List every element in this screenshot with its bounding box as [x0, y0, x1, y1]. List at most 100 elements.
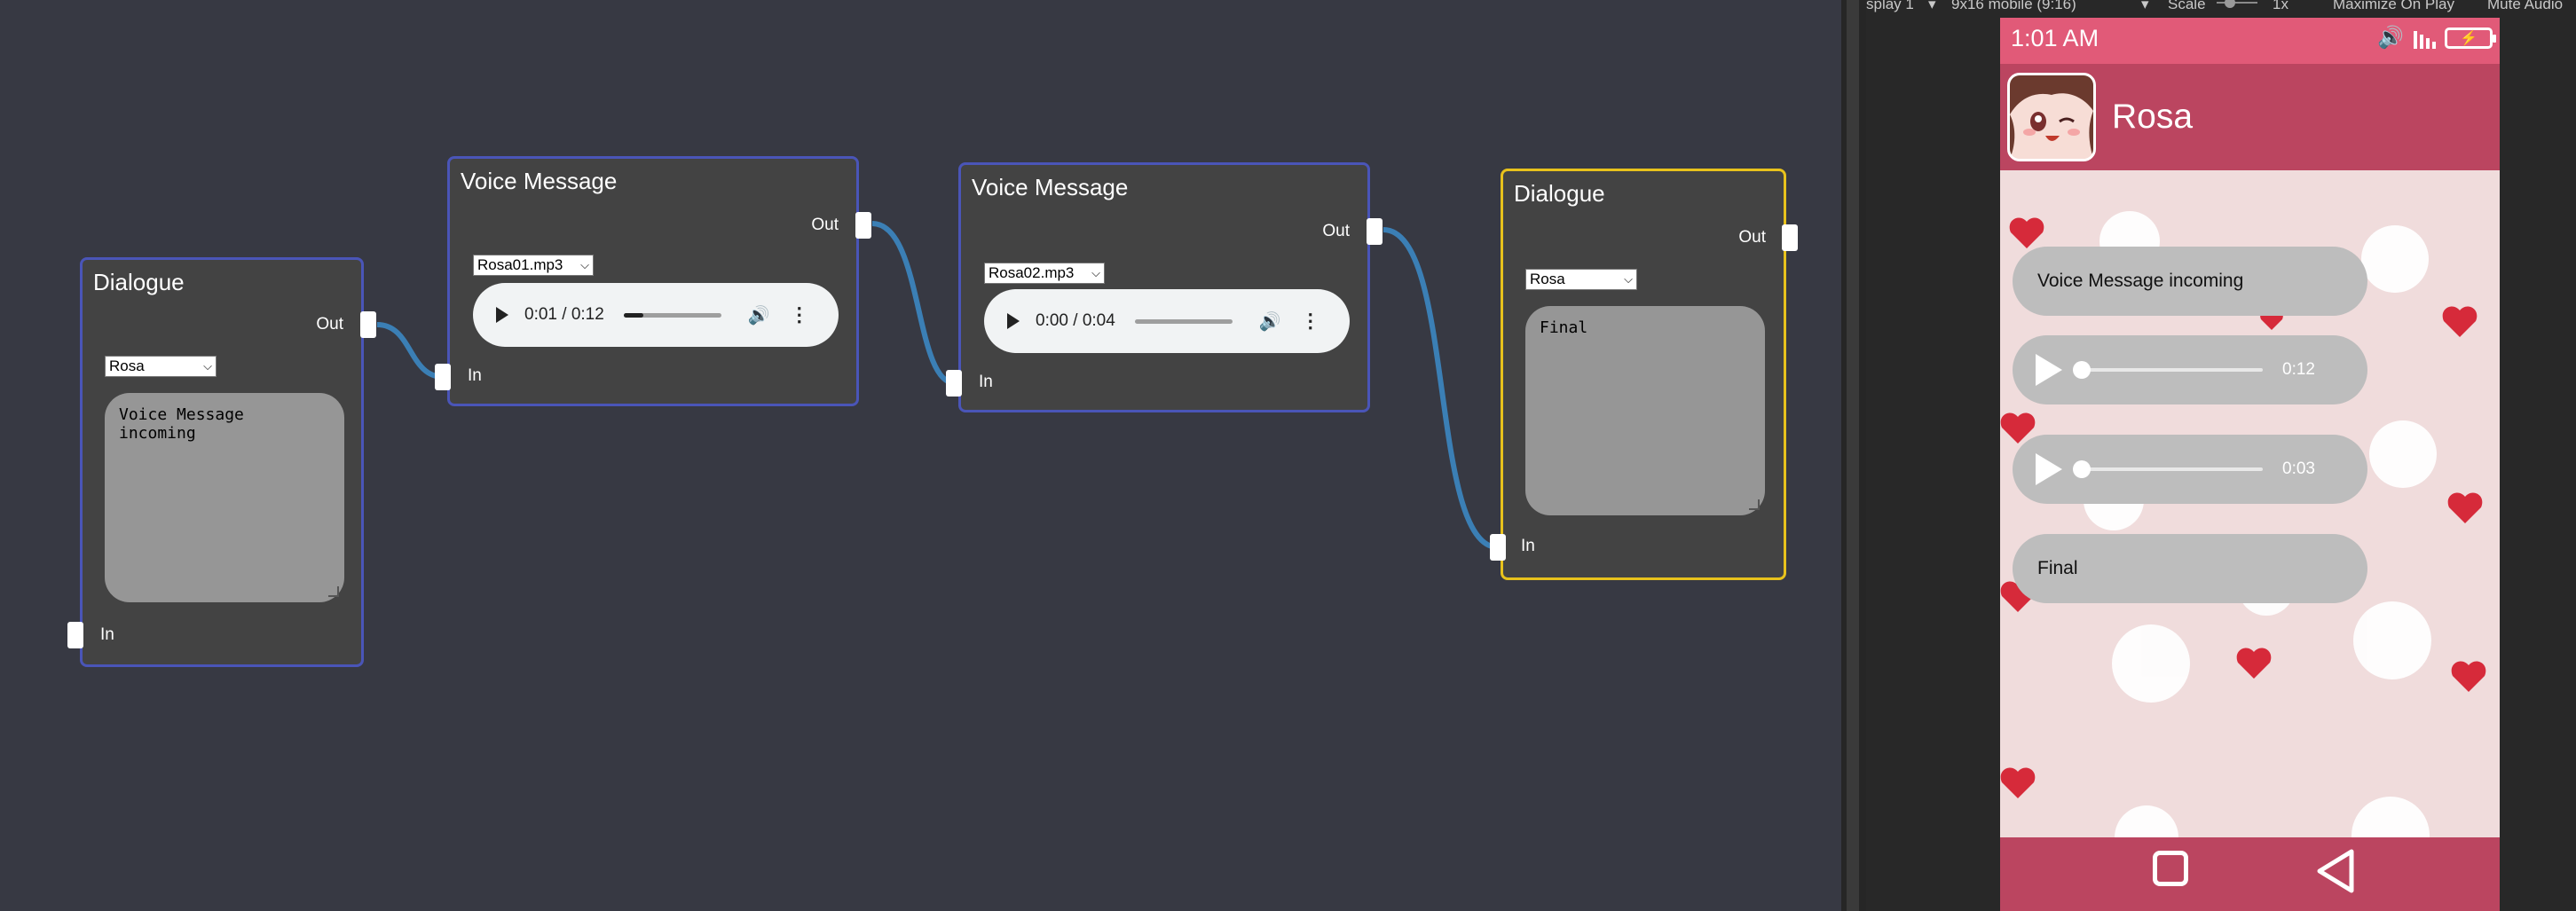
- display-dropdown[interactable]: splay 1: [1866, 0, 1914, 13]
- out-port-label: Out: [1738, 228, 1766, 247]
- scale-value: 1x: [2273, 0, 2288, 12]
- signal-icon: [2414, 30, 2436, 49]
- audio-time: 0:01 / 0:12: [524, 305, 604, 324]
- battery-charging-icon: ⚡: [2445, 27, 2496, 49]
- dialogue-1-in-port[interactable]: [67, 622, 83, 648]
- character-select-value: Rosa: [109, 357, 145, 374]
- contact-name: Rosa: [2112, 98, 2194, 136]
- voice-seek-bar[interactable]: [2073, 361, 2263, 379]
- dialogue-2-out-port[interactable]: [1782, 224, 1798, 251]
- voice-message-node-1[interactable]: Voice Message Out Rosa01.mp3 ⌵ 0:01 / 0:…: [447, 156, 859, 406]
- wire-voice2-to-dialogue: [1383, 227, 1499, 550]
- dialogue-node-2[interactable]: Dialogue Out Rosa ⌵ Final In: [1501, 169, 1786, 580]
- out-port-label: Out: [1322, 222, 1350, 240]
- chevron-down-icon: ⌵: [1091, 266, 1100, 279]
- volume-icon[interactable]: 🔊: [748, 304, 770, 326]
- audio-file-value: Rosa01.mp3: [477, 256, 563, 273]
- audio-player[interactable]: 0:01 / 0:12 🔊 ⋮: [473, 283, 839, 347]
- message-text: Voice Message incoming: [2037, 271, 2244, 291]
- voice-2-in-port[interactable]: [946, 370, 962, 397]
- voice-message-bubble[interactable]: 0:12: [2013, 335, 2367, 404]
- chevron-down-icon[interactable]: ▾: [1928, 0, 1936, 13]
- dialogue-node-1[interactable]: Dialogue Out Rosa ⌵ Voice Message incomi…: [80, 257, 364, 667]
- node-title: Voice Message: [461, 168, 618, 194]
- character-select-value: Rosa: [1530, 271, 1565, 287]
- character-select[interactable]: Rosa ⌵: [1525, 269, 1637, 290]
- scale-slider[interactable]: [2217, 2, 2257, 4]
- phone-screen: 1:01 AM 🔊 ⚡ Rosa Voice Message incoming …: [2000, 18, 2500, 911]
- voice-message-bubble[interactable]: 0:03: [2013, 435, 2367, 504]
- scale-slider-knob[interactable]: [2225, 0, 2235, 8]
- panel-splitter[interactable]: [1841, 0, 1866, 911]
- voice-duration: 0:12: [2282, 360, 2315, 379]
- status-bar: 1:01 AM 🔊 ⚡: [2000, 18, 2500, 64]
- chevron-down-icon: ⌵: [203, 359, 212, 373]
- resize-handle-icon[interactable]: [1749, 499, 1760, 510]
- audio-player[interactable]: 0:00 / 0:04 🔊 ⋮: [984, 289, 1350, 353]
- chat-header: Rosa: [2000, 64, 2500, 170]
- out-port-label: Out: [811, 216, 839, 234]
- audio-time: 0:00 / 0:04: [1036, 311, 1115, 330]
- scale-label: Scale: [2168, 0, 2206, 12]
- resize-handle-icon[interactable]: [328, 586, 339, 597]
- node-title: Voice Message: [972, 174, 1129, 200]
- status-clock: 1:01 AM: [2011, 25, 2099, 51]
- in-port-label: In: [100, 625, 114, 644]
- avatar[interactable]: [2007, 73, 2096, 161]
- dialogue-text: Voice Message incoming: [119, 405, 244, 443]
- audio-file-select[interactable]: Rosa01.mp3 ⌵: [473, 255, 594, 276]
- dialogue-text-area[interactable]: Voice Message incoming: [105, 393, 344, 602]
- dialogue-text-area[interactable]: Final: [1525, 306, 1765, 515]
- volume-icon[interactable]: 🔊: [1259, 310, 1281, 333]
- chevron-down-icon: ⌵: [580, 258, 589, 271]
- audio-file-value: Rosa02.mp3: [989, 264, 1075, 281]
- chevron-down-icon: ⌵: [1624, 272, 1633, 286]
- game-view-toolbar: splay 1 ▾ 9x16 mobile (9:16) ▾ Scale 1x …: [1866, 0, 2576, 18]
- node-graph-canvas[interactable]: Dialogue Out Rosa ⌵ Voice Message incomi…: [0, 0, 1841, 911]
- chat-area[interactable]: Voice Message incoming 0:12 0:03 Final: [2000, 170, 2500, 837]
- message-bubble[interactable]: Voice Message incoming: [2013, 247, 2367, 316]
- avatar-face-icon: [2010, 75, 2093, 159]
- triangle-back-icon[interactable]: [2312, 846, 2359, 896]
- seek-knob[interactable]: [2073, 361, 2091, 379]
- play-icon[interactable]: [2036, 354, 2062, 386]
- audio-file-select[interactable]: Rosa02.mp3 ⌵: [984, 263, 1105, 284]
- in-port-label: In: [1521, 537, 1535, 555]
- mute-audio-toggle[interactable]: Mute Audio: [2487, 0, 2563, 13]
- play-icon[interactable]: [2036, 453, 2062, 485]
- out-port-label: Out: [316, 315, 343, 334]
- in-port-label: In: [979, 373, 993, 391]
- play-icon[interactable]: [1007, 313, 1020, 329]
- volume-icon: 🔊: [2377, 26, 2404, 50]
- audio-seek-bar[interactable]: [623, 312, 721, 318]
- dialogue-text: Final: [1540, 318, 1588, 337]
- in-port-label: In: [468, 366, 482, 385]
- message-bubble[interactable]: Final: [2013, 534, 2367, 603]
- square-home-icon[interactable]: [2153, 851, 2188, 886]
- message-text: Final: [2037, 558, 2078, 578]
- chevron-down-icon[interactable]: ▾: [2141, 0, 2149, 13]
- play-icon[interactable]: [496, 307, 508, 323]
- voice-1-in-port[interactable]: [435, 364, 451, 390]
- dialogue-2-in-port[interactable]: [1490, 534, 1506, 561]
- audio-seek-fill: [623, 312, 643, 318]
- voice-1-out-port[interactable]: [855, 212, 871, 239]
- node-title: Dialogue: [1514, 180, 1605, 207]
- voice-message-node-2[interactable]: Voice Message Out Rosa02.mp3 ⌵ 0:00 / 0:…: [958, 162, 1370, 412]
- wire-dialogue-to-voice1: [376, 322, 445, 380]
- voice-duration: 0:03: [2282, 459, 2315, 478]
- voice-seek-bar[interactable]: [2073, 460, 2263, 478]
- seek-knob[interactable]: [2073, 460, 2091, 478]
- splitter-bar[interactable]: [1847, 0, 1859, 911]
- character-select[interactable]: Rosa ⌵: [105, 356, 217, 377]
- aspect-dropdown[interactable]: 9x16 mobile (9:16): [1951, 0, 2076, 13]
- more-options-icon[interactable]: ⋮: [790, 303, 809, 326]
- voice-2-out-port[interactable]: [1367, 218, 1383, 245]
- maximize-on-play-toggle[interactable]: Maximize On Play: [2333, 0, 2454, 13]
- wire-voice1-to-voice2: [871, 221, 956, 386]
- game-view-panel: splay 1 ▾ 9x16 mobile (9:16) ▾ Scale 1x …: [1866, 0, 2576, 911]
- navigation-bar: [2000, 837, 2500, 911]
- dialogue-1-out-port[interactable]: [360, 311, 376, 338]
- audio-seek-bar[interactable]: [1134, 318, 1233, 324]
- more-options-icon[interactable]: ⋮: [1301, 310, 1320, 333]
